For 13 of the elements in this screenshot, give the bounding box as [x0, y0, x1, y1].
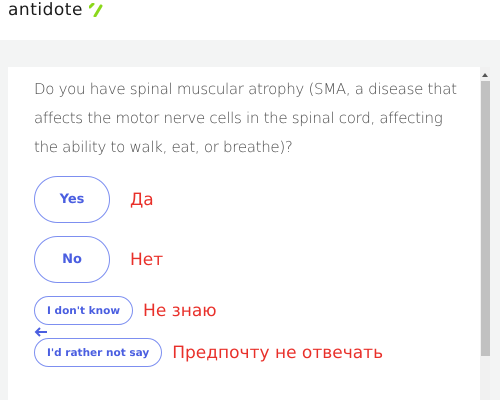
question-text: Do you have spinal muscular atrophy (SMA, a disease that affects the motor nerve cells in the spinal cord, affecting the ability to walk, eat, or breathe)?: [34, 79, 458, 158]
annotation-text: Не знаю: [143, 300, 217, 320]
answer-button[interactable]: Yes: [34, 176, 110, 223]
answer-button[interactable]: I'd rather not say: [34, 338, 162, 367]
scroll-up-icon[interactable]: [482, 73, 488, 77]
annotation-text: Предпочту не отвечать: [172, 342, 384, 362]
scrollbar-thumb[interactable]: [480, 81, 490, 356]
logo-icon: [88, 3, 103, 17]
logo-text: antidote: [8, 0, 83, 20]
answer-button[interactable]: I don't know: [34, 296, 134, 325]
annotation-text: Нет: [130, 250, 164, 270]
answer-button[interactable]: No: [34, 236, 110, 283]
annotation-text: Да: [130, 190, 154, 210]
